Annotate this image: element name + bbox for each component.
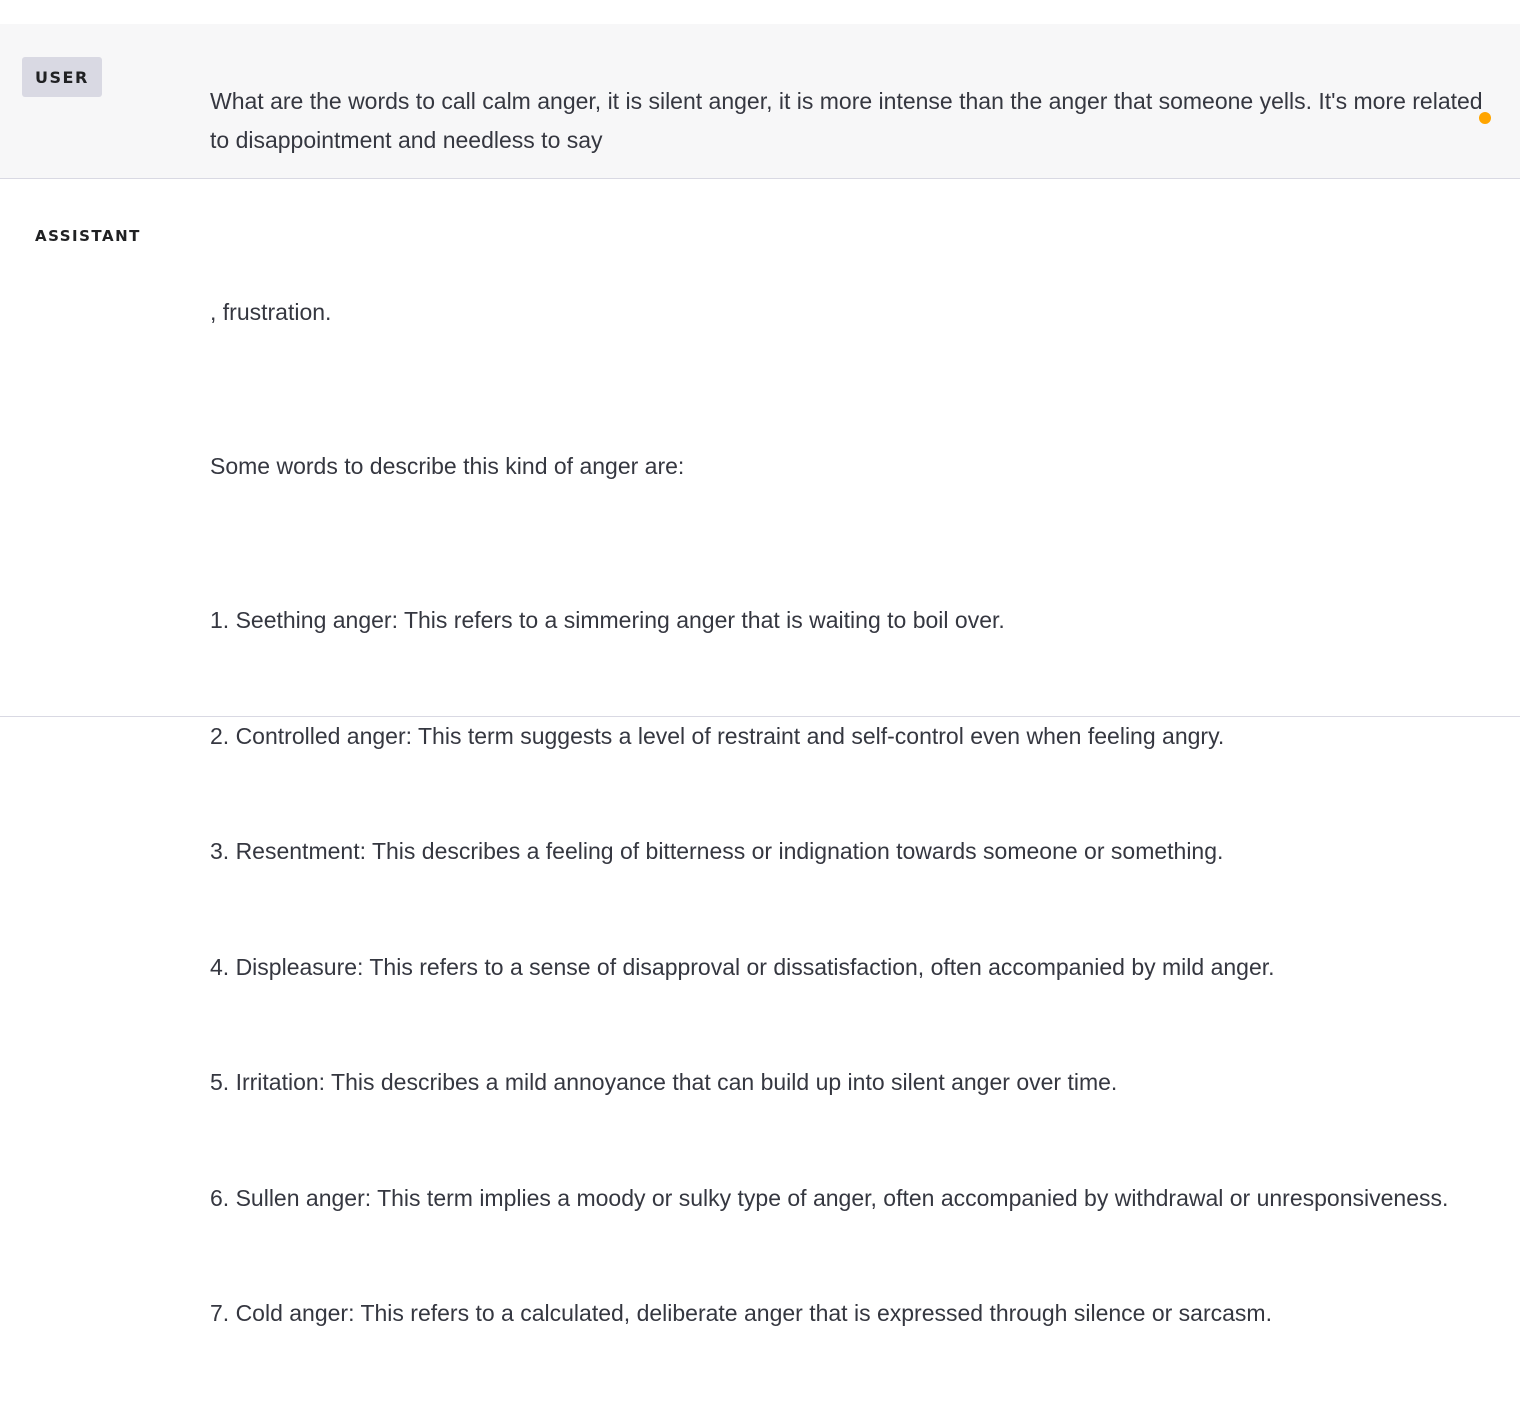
- list-item: 2. Controlled anger: This term suggests …: [210, 722, 1225, 749]
- status-dot-icon: [1479, 112, 1491, 124]
- role-badge-user[interactable]: USER: [22, 57, 102, 97]
- user-message-text[interactable]: What are the words to call calm anger, i…: [210, 82, 1500, 159]
- list-item: 1. Seething anger: This refers to a simm…: [210, 607, 1005, 633]
- assistant-intro: , frustration.: [210, 299, 332, 325]
- list-item: 7. Cold anger: This refers to a calculat…: [210, 1300, 1272, 1326]
- role-label-assistant[interactable]: ASSISTANT: [35, 227, 141, 245]
- list-item: 6. Sullen anger: This term implies a moo…: [210, 1184, 1449, 1211]
- assistant-lead: Some words to describe this kind of ange…: [210, 453, 685, 479]
- assistant-message-text[interactable]: , frustration. Some words to describe th…: [210, 216, 1495, 1410]
- user-message: USER What are the words to call calm ang…: [0, 24, 1520, 179]
- list-item: 3. Resentment: This describes a feeling …: [210, 838, 1224, 864]
- list-item: 4. Displeasure: This refers to a sense o…: [210, 953, 1275, 980]
- assistant-message: ASSISTANT , frustration. Some words to d…: [0, 179, 1520, 1326]
- list-item: 5. Irritation: This describes a mild ann…: [210, 1069, 1118, 1095]
